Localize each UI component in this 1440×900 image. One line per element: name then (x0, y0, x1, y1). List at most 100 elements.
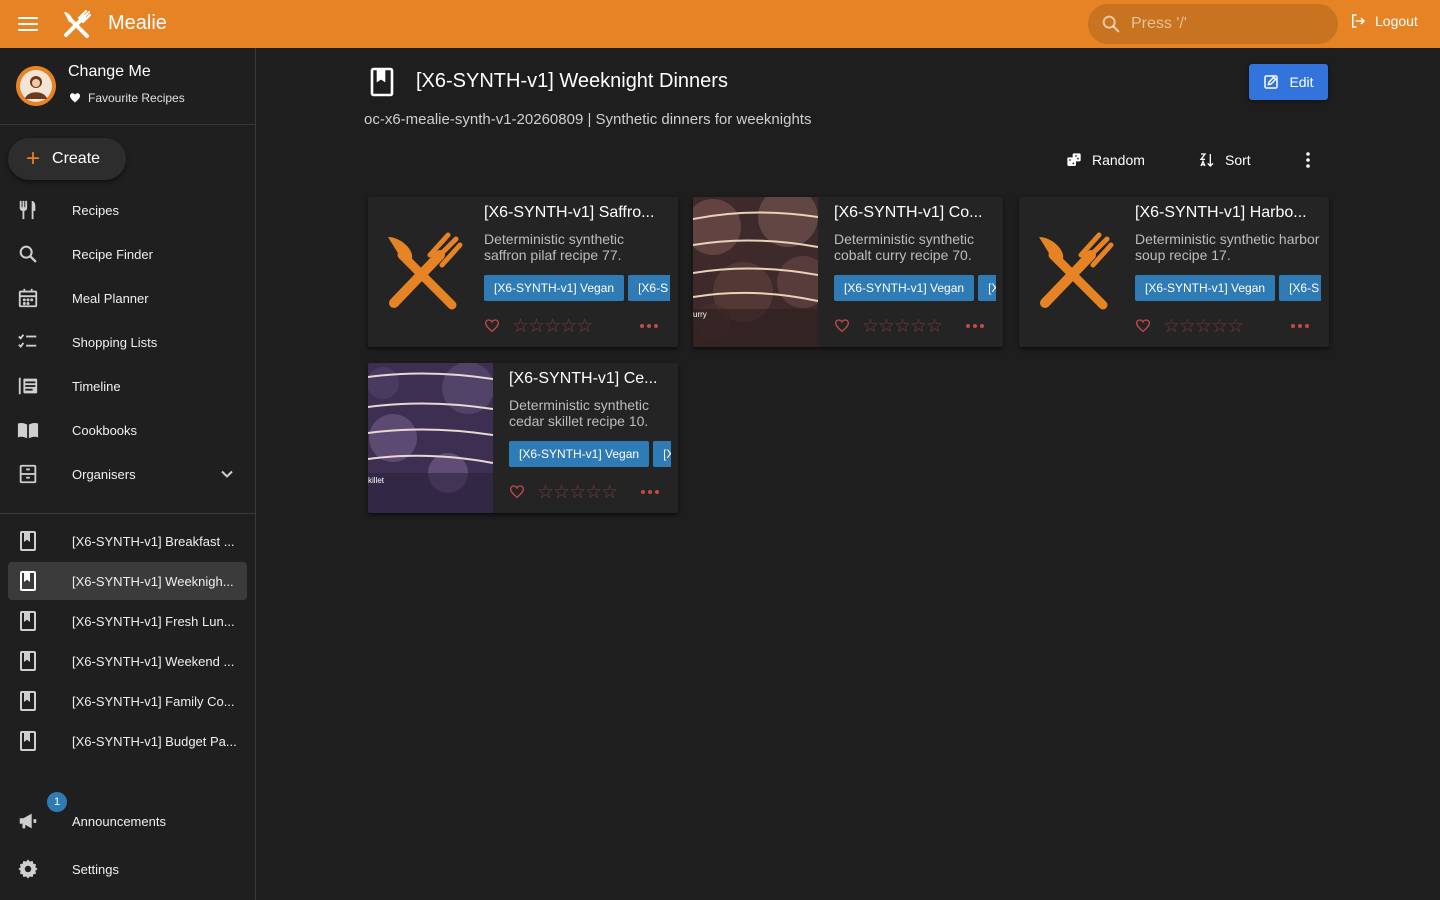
recipe-tag[interactable]: [X6-S (628, 275, 670, 301)
heart-outline-icon[interactable] (1135, 318, 1151, 334)
recipe-actions: ☆☆☆☆☆ (1135, 315, 1321, 338)
sidebar-item-label: Recipes (72, 202, 119, 218)
user-name[interactable]: Change Me (68, 63, 151, 81)
recipe-card[interactable]: urry [X6-SYNTH-v1] Co... Deterministic s… (693, 197, 1003, 347)
timeline-icon (17, 375, 39, 397)
search-icon (17, 243, 39, 265)
rating-stars[interactable]: ☆☆☆☆☆ (1163, 315, 1244, 338)
logout-button[interactable]: Logout (1349, 12, 1418, 30)
bookmark-book-icon (370, 67, 394, 97)
sidebar-item-meal-planner[interactable]: Meal Planner (0, 276, 255, 320)
more-horizontal-icon[interactable] (1291, 324, 1309, 328)
menu-icon[interactable] (14, 12, 42, 36)
recipe-tag[interactable]: [X6-SYNTH-v1] Vegan (1135, 275, 1276, 301)
sidebar-item-organisers[interactable]: Organisers (0, 452, 255, 496)
avatar[interactable] (16, 66, 56, 106)
recipe-tag[interactable]: [X6-S (1279, 275, 1321, 301)
recipe-title[interactable]: [X6-SYNTH-v1] Harbo... (1135, 204, 1321, 222)
recipe-tag[interactable]: [X6-SYNTH-v1] Vegan (834, 275, 975, 301)
search-icon (1102, 15, 1120, 33)
sidebar-item-label: Announcements (72, 813, 166, 829)
cookbook-item-active[interactable]: [X6-SYNTH-v1] Weeknigh... (8, 562, 247, 600)
sidebar-item-label: Cookbooks (72, 422, 138, 438)
recipe-actions: ☆☆☆☆☆ (484, 315, 670, 338)
recipe-card[interactable]: killet [X6-SYNTH-v1] Ce... Deterministic… (368, 363, 678, 513)
recipe-tags: [X6-SYNTH-v1] Vegan [X (834, 275, 996, 301)
cookbook-item[interactable]: [X6-SYNTH-v1] Fresh Lun... (8, 602, 247, 640)
recipe-tags: [X6-SYNTH-v1] Vegan [X (509, 441, 671, 467)
checklist-icon (17, 331, 39, 353)
edit-button[interactable]: Edit (1249, 64, 1328, 100)
more-vertical-icon[interactable] (1300, 150, 1316, 170)
sidebar-item-label: Meal Planner (72, 290, 149, 306)
cookbook-label: [X6-SYNTH-v1] Budget Pa... (72, 733, 237, 749)
bookmark-book-icon (20, 531, 36, 551)
rating-stars[interactable]: ☆☆☆☆☆ (862, 315, 943, 338)
sidebar-item-settings[interactable]: Settings (0, 847, 255, 891)
recipe-tag[interactable]: [X (978, 275, 996, 301)
notification-badge: 1 (47, 792, 67, 812)
sidebar-item-cookbooks[interactable]: Cookbooks (0, 408, 255, 452)
mealie-logo-icon (64, 9, 92, 38)
bookmark-book-icon (20, 651, 36, 671)
cookbook-label: [X6-SYNTH-v1] Weeknigh... (72, 573, 234, 589)
app-name[interactable]: Mealie (108, 12, 167, 35)
recipe-actions: ☆☆☆☆☆ (509, 481, 671, 504)
recipe-title[interactable]: [X6-SYNTH-v1] Ce... (509, 370, 671, 388)
sidebar-item-shopping-lists[interactable]: Shopping Lists (0, 320, 255, 364)
search-input[interactable] (1131, 15, 1321, 33)
sort-button[interactable]: Sort (1199, 148, 1251, 172)
sidebar: Change Me Favourite Recipes + Create Rec… (0, 48, 256, 900)
more-horizontal-icon[interactable] (640, 324, 658, 328)
heart-outline-icon[interactable] (484, 318, 500, 334)
edit-label: Edit (1289, 74, 1314, 90)
heart-icon (70, 93, 80, 103)
random-button[interactable]: Random (1066, 148, 1145, 172)
megaphone-icon: 1 (17, 792, 67, 832)
sidebar-item-timeline[interactable]: Timeline (0, 364, 255, 408)
rating-stars[interactable]: ☆☆☆☆☆ (537, 481, 618, 504)
sidebar-item-label: Recipe Finder (72, 246, 153, 262)
rating-stars[interactable]: ☆☆☆☆☆ (512, 315, 593, 338)
sidebar-item-recipe-finder[interactable]: Recipe Finder (0, 232, 255, 276)
recipe-image-caption: killet (368, 476, 385, 485)
recipe-placeholder-image (368, 197, 478, 347)
recipe-card[interactable]: [X6-SYNTH-v1] Harbo... Deterministic syn… (1019, 197, 1329, 347)
cookbook-item[interactable]: [X6-SYNTH-v1] Budget Pa... (8, 722, 247, 760)
recipe-title[interactable]: [X6-SYNTH-v1] Saffro... (484, 204, 670, 222)
edit-icon (1264, 75, 1279, 89)
cookbook-item[interactable]: [X6-SYNTH-v1] Family Co... (8, 682, 247, 720)
cookbook-item[interactable]: [X6-SYNTH-v1] Breakfast ... (8, 522, 247, 560)
random-label: Random (1092, 152, 1145, 168)
sidebar-item-announcements[interactable]: 1 Announcements (0, 792, 255, 843)
recipe-tag[interactable]: [X (653, 441, 671, 467)
page-description: oc-x6-mealie-synth-v1-20260809 | Synthet… (364, 111, 812, 128)
recipe-tags: [X6-SYNTH-v1] Vegan [X6-S (1135, 275, 1321, 301)
heart-outline-icon[interactable] (509, 484, 525, 500)
sidebar-item-recipes[interactable]: Recipes (0, 188, 255, 232)
recipe-tag[interactable]: [X6-SYNTH-v1] Vegan (509, 441, 650, 467)
recipe-tags: [X6-SYNTH-v1] Vegan [X6-S (484, 275, 670, 301)
cookbook-label: [X6-SYNTH-v1] Fresh Lun... (72, 613, 235, 629)
more-horizontal-icon[interactable] (641, 490, 659, 494)
archive-icon (17, 463, 39, 485)
bookmark-book-icon (20, 691, 36, 711)
logout-icon (1352, 14, 1366, 28)
recipe-title[interactable]: [X6-SYNTH-v1] Co... (834, 204, 996, 222)
fork-knife-icon (388, 232, 463, 310)
chevron-down-icon[interactable] (217, 464, 237, 484)
more-horizontal-icon[interactable] (966, 324, 984, 328)
create-button[interactable]: + Create (8, 138, 126, 180)
recipe-placeholder-image (1019, 197, 1129, 347)
logout-label: Logout (1375, 13, 1418, 29)
sort-label: Sort (1225, 152, 1251, 168)
bookmark-book-icon (20, 611, 36, 631)
calendar-icon (17, 287, 39, 309)
recipe-card[interactable]: [X6-SYNTH-v1] Saffro... Deterministic sy… (368, 197, 678, 347)
heart-outline-icon[interactable] (834, 318, 850, 334)
cookbook-item[interactable]: [X6-SYNTH-v1] Weekend ... (8, 642, 247, 680)
search-bar[interactable] (1088, 4, 1338, 44)
recipe-description: Deterministic synthetic cobalt curry rec… (834, 231, 975, 263)
favourite-recipes-link[interactable]: Favourite Recipes (69, 91, 185, 105)
recipe-tag[interactable]: [X6-SYNTH-v1] Vegan (484, 275, 625, 301)
